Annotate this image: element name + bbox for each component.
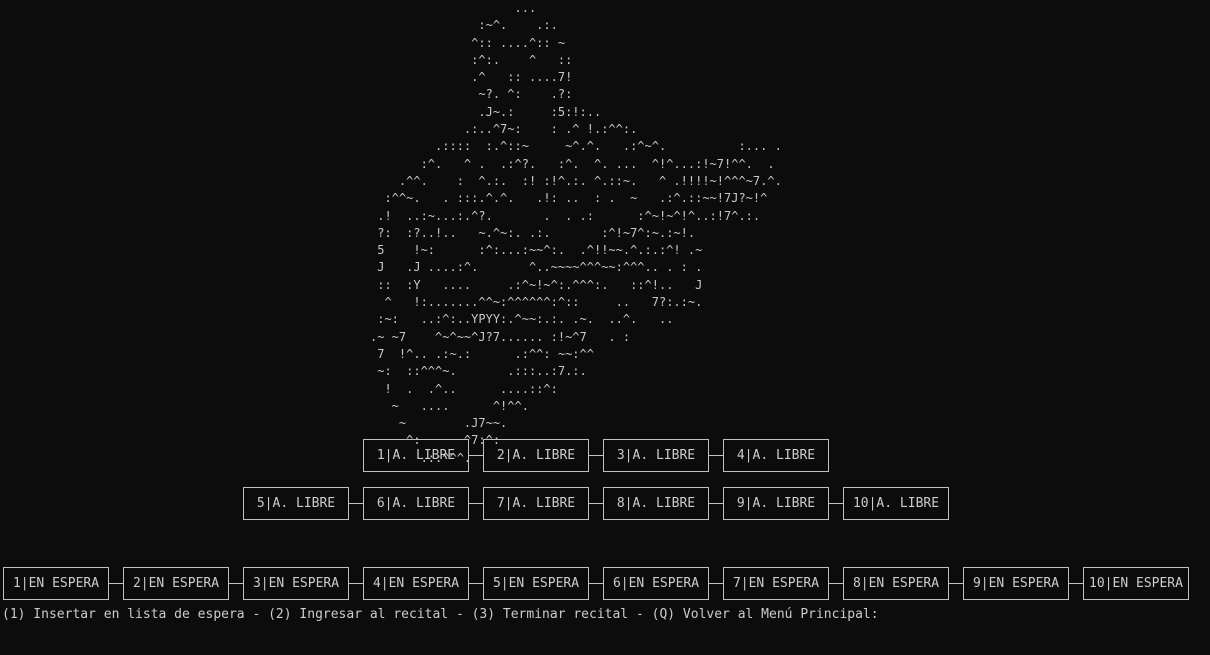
slot-connector <box>829 503 843 504</box>
console-prompt[interactable]: (1) Insertar en lista de espera - (2) In… <box>2 606 879 624</box>
slot-connector <box>589 455 603 456</box>
queue-box: 10|EN ESPERA <box>1083 567 1189 600</box>
waiting-queue-row: 1|EN ESPERA 2|EN ESPERA 3|EN ESPERA 4|EN… <box>3 567 1189 600</box>
slot-box: 10|A. LIBRE <box>843 487 949 520</box>
slot-box: 9|A. LIBRE <box>723 487 829 520</box>
slot-box: 6|A. LIBRE <box>363 487 469 520</box>
slot-connector <box>709 503 723 504</box>
queue-box: 3|EN ESPERA <box>243 567 349 600</box>
slot-connector <box>589 503 603 504</box>
slot-box: 2|A. LIBRE <box>483 439 589 472</box>
queue-connector <box>829 583 843 584</box>
slot-connector <box>709 455 723 456</box>
queue-box: 7|EN ESPERA <box>723 567 829 600</box>
slot-box: 3|A. LIBRE <box>603 439 709 472</box>
slot-connector <box>349 503 363 504</box>
queue-connector <box>1069 583 1083 584</box>
queue-box: 8|EN ESPERA <box>843 567 949 600</box>
queue-connector <box>949 583 963 584</box>
queue-connector <box>109 583 123 584</box>
free-slots-row-2: 5|A. LIBRE 6|A. LIBRE 7|A. LIBRE 8|A. LI… <box>243 487 949 520</box>
queue-box: 9|EN ESPERA <box>963 567 1069 600</box>
queue-connector <box>709 583 723 584</box>
queue-box: 5|EN ESPERA <box>483 567 589 600</box>
queue-box: 6|EN ESPERA <box>603 567 709 600</box>
slot-box: 5|A. LIBRE <box>243 487 349 520</box>
queue-connector <box>229 583 243 584</box>
slot-box: 1|A. LIBRE <box>363 439 469 472</box>
queue-connector <box>469 583 483 584</box>
queue-box: 1|EN ESPERA <box>3 567 109 600</box>
queue-connector <box>589 583 603 584</box>
queue-box: 2|EN ESPERA <box>123 567 229 600</box>
ascii-art-logo: ... :~^. .:. ^:: ....^:: ~ :^:. ^ :: .^ … <box>370 1 782 465</box>
free-slots-row-1: 1|A. LIBRE 2|A. LIBRE 3|A. LIBRE 4|A. LI… <box>363 439 829 472</box>
slot-box: 4|A. LIBRE <box>723 439 829 472</box>
slot-connector <box>469 455 483 456</box>
slot-box: 8|A. LIBRE <box>603 487 709 520</box>
slot-box: 7|A. LIBRE <box>483 487 589 520</box>
queue-connector <box>349 583 363 584</box>
slot-connector <box>469 503 483 504</box>
queue-box: 4|EN ESPERA <box>363 567 469 600</box>
